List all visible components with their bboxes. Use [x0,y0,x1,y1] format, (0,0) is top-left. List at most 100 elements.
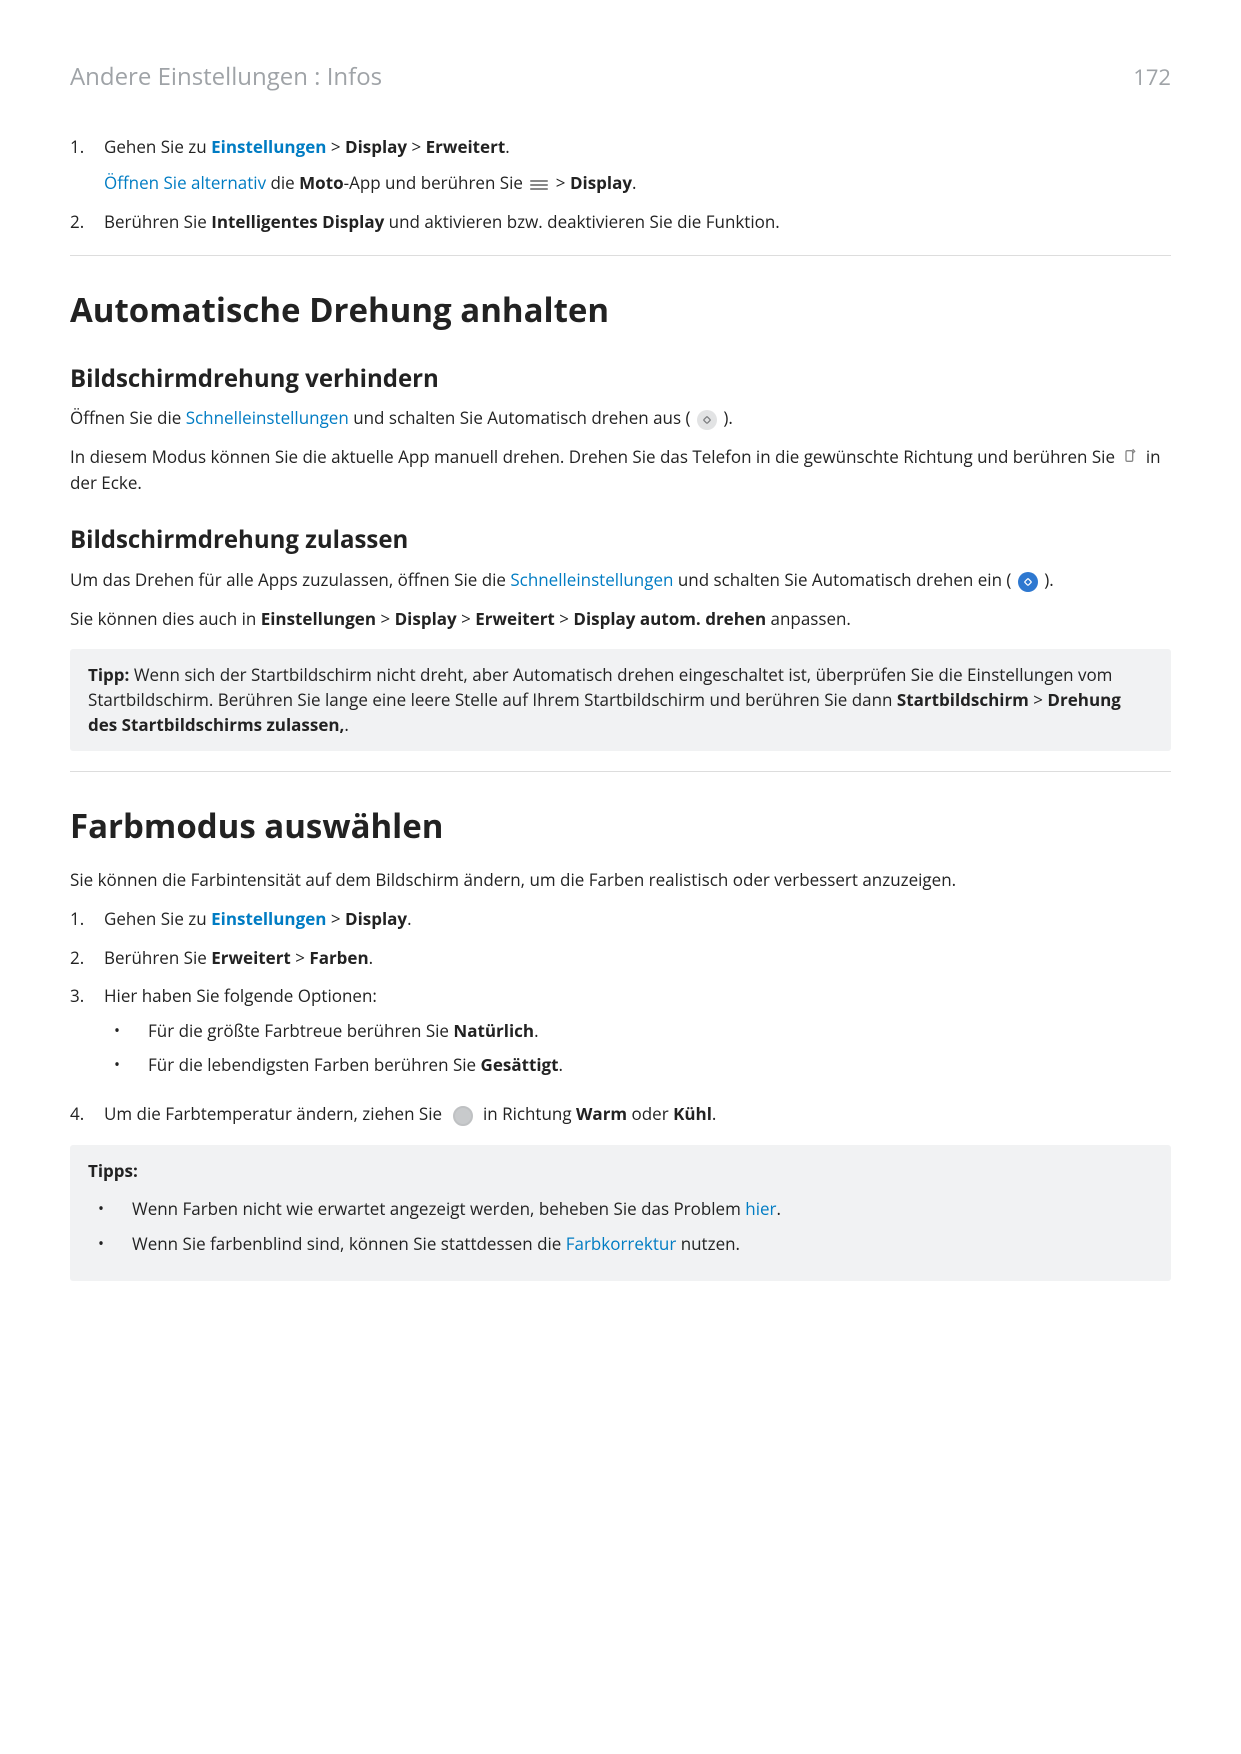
text: -App und berühren Sie [344,171,528,194]
text: Sie können dies auch in [70,607,261,630]
tip-label: Tipp: [88,663,134,686]
heading-farbmodus: Farbmodus auswählen [70,802,1171,850]
text: . [712,1102,716,1125]
text: die [266,171,299,194]
subheading-verhindern: Bildschirmdrehung verhindern [70,362,1171,397]
bold-display: Display [570,171,632,194]
text: nutzen. [676,1232,740,1255]
breadcrumb: Andere Einstellungen : Infos [70,60,382,95]
auto-rotate-off-icon [697,410,717,430]
step-number: 1. [70,135,104,196]
step-number: 3. [70,984,104,1088]
link-schnelleinstellungen[interactable]: Schnelleinstellungen [510,568,673,591]
list-item: Für die größte Farbtreue berühren Sie Na… [104,1019,1171,1044]
list-item: Wenn Sie farbenblind sind, können Sie st… [88,1232,1153,1257]
bold-moto: Moto [299,171,343,194]
link-schnelleinstellungen[interactable]: Schnelleinstellungen [186,406,349,429]
step-content: Hier haben Sie folgende Optionen: Für di… [104,984,1171,1088]
bold-intelligentes-display: Intelligentes Display [211,210,384,233]
text: Gehen Sie zu [104,135,211,158]
text: > [291,946,310,969]
bold: Display autom. drehen [573,607,766,630]
link-einstellungen[interactable]: Einstellungen [211,135,326,158]
farbmodus-steps: 1. Gehen Sie zu Einstellungen > Display.… [70,907,1171,1127]
step-number: 1. [70,907,104,932]
link-hier[interactable]: hier [745,1197,776,1220]
rotate-corner-icon [1122,446,1138,471]
text: Um die Farbtemperatur ändern, ziehen Sie [104,1102,447,1125]
text: ). [723,406,732,429]
tips-list: Wenn Farben nicht wie erwartet angezeigt… [88,1197,1153,1256]
bold: Einstellungen [261,607,376,630]
bold: Natürlich [453,1019,534,1042]
bold: Farben [309,946,368,969]
options-list: Für die größte Farbtreue berühren Sie Na… [104,1019,1171,1078]
bold-erweitert: Erweitert [426,135,506,158]
text: und schalten Sie Automatisch drehen aus … [349,406,695,429]
text: Wenn Farben nicht wie erwartet angezeigt… [132,1197,745,1220]
paragraph: Öffnen Sie die Schnelleinstellungen und … [70,406,1171,431]
text: anpassen. [766,607,851,630]
text: . [369,946,373,969]
text: . [505,135,509,158]
text: in Richtung [483,1102,576,1125]
bold: Kühl [673,1102,712,1125]
intro-steps: 1. Gehen Sie zu Einstellungen > Display … [70,135,1171,235]
divider [70,255,1171,256]
subheading-zulassen: Bildschirmdrehung zulassen [70,523,1171,558]
step-content: Berühren Sie Intelligentes Display und a… [104,210,1171,235]
step-content: Gehen Sie zu Einstellungen > Display. [104,907,1171,932]
page-number: 172 [1133,62,1171,94]
text: > [555,607,574,630]
bold: Erweitert [475,607,555,630]
text: Für die größte Farbtreue berühren Sie [148,1019,453,1042]
paragraph: Um das Drehen für alle Apps zuzulassen, … [70,568,1171,593]
text: . [534,1019,538,1042]
text: > [1029,688,1048,711]
text: Gehen Sie zu [104,907,211,930]
text: und schalten Sie Automatisch drehen ein … [673,568,1011,591]
text: > [326,907,345,930]
tip-box: Tipp: Wenn sich der Startbildschirm nich… [70,649,1171,751]
link-alternativ[interactable]: Öffnen Sie alternativ [104,171,266,194]
text: > [556,171,570,194]
tips-label: Tipps: [88,1159,138,1182]
paragraph: In diesem Modus können Sie die aktuelle … [70,445,1171,495]
bold: Display [395,607,457,630]
text: oder [627,1102,673,1125]
text: Berühren Sie [104,210,211,233]
bold: Gesättigt [481,1053,559,1076]
text: > [376,607,395,630]
text: . [776,1197,780,1220]
text: Öffnen Sie die [70,406,186,429]
text: . [407,907,411,930]
text: und aktivieren bzw. deaktivieren Sie die… [384,210,780,233]
link-einstellungen[interactable]: Einstellungen [211,907,326,930]
link-farbkorrektur[interactable]: Farbkorrektur [566,1232,677,1255]
list-item: Für die lebendigsten Farben berühren Sie… [104,1053,1171,1078]
text: . [344,713,348,736]
text: Hier haben Sie folgende Optionen: [104,984,1171,1009]
paragraph: Sie können dies auch in Einstellungen > … [70,607,1171,632]
step-content: Berühren Sie Erweitert > Farben. [104,946,1171,971]
bold: Display [345,907,407,930]
text: Berühren Sie [104,946,211,969]
step-number: 4. [70,1102,104,1127]
paragraph: Sie können die Farbintensität auf dem Bi… [70,868,1171,893]
text: Um das Drehen für alle Apps zuzulassen, … [70,568,510,591]
bold: Erweitert [211,946,291,969]
tips-box: Tipps: Wenn Farben nicht wie erwartet an… [70,1145,1171,1281]
bold: Warm [576,1102,627,1125]
step-number: 2. [70,946,104,971]
text: Wenn Sie farbenblind sind, können Sie st… [132,1232,566,1255]
text: . [632,171,636,194]
text: Für die lebendigsten Farben berühren Sie [148,1053,481,1076]
step-number: 2. [70,210,104,235]
page-header: Andere Einstellungen : Infos 172 [70,60,1171,95]
step-content: Gehen Sie zu Einstellungen > Display > E… [104,135,1171,196]
divider [70,771,1171,772]
list-item: Wenn Farben nicht wie erwartet angezeigt… [88,1197,1153,1222]
text: . [559,1053,563,1076]
heading-auto-drehung: Automatische Drehung anhalten [70,286,1171,334]
step-content: Um die Farbtemperatur ändern, ziehen Sie… [104,1102,1171,1127]
